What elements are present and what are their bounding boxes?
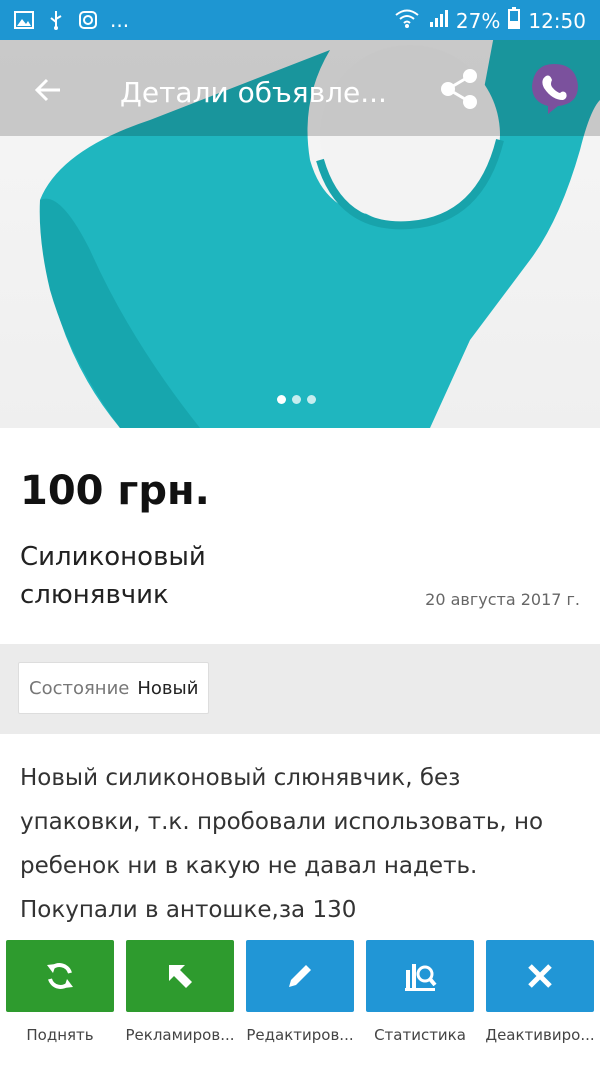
description-text: Новый силиконовый слюнявчик, без упаковк… [20, 765, 544, 923]
signal-icon [428, 8, 448, 33]
battery-percent: 27% [455, 8, 501, 33]
gallery-indicator [277, 395, 316, 404]
listing-title: Силиконовый слюнявчик [20, 542, 206, 610]
deactivate-label: Деактивиро... [485, 1026, 595, 1044]
pencil-icon [289, 965, 311, 987]
raise-button[interactable] [6, 940, 114, 1012]
viber-icon [532, 64, 578, 114]
refresh-icon [47, 963, 73, 989]
listing-details: 100 грн. Силиконовый слюнявчик 20 август… [0, 428, 600, 644]
toolbar-title: Детали объявле... [120, 76, 387, 109]
more-notifications: ... [110, 8, 130, 32]
toolbar: Детали объявле... [0, 40, 600, 136]
gallery-dot[interactable] [307, 395, 316, 404]
viber-button[interactable] [526, 60, 582, 116]
param-value: Новый [137, 677, 199, 699]
back-button[interactable] [26, 68, 70, 112]
instagram-icon [78, 10, 98, 30]
promote-button[interactable] [126, 940, 234, 1012]
param-key: Состояние [29, 677, 130, 699]
status-bar: ... 27% 12:50 [0, 0, 600, 40]
usb-icon [46, 10, 66, 30]
share-icon [441, 69, 477, 109]
listing-date: 20 августа 2017 г. [425, 590, 580, 609]
action-bar: Поднять Рекламиров... Редактиров... Стат… [0, 930, 600, 1065]
wifi-icon [394, 8, 420, 33]
promote-label: Рекламиров... [125, 1026, 235, 1044]
share-button[interactable] [434, 64, 484, 114]
battery-icon [508, 7, 521, 34]
deactivate-button[interactable] [486, 940, 594, 1012]
edit-button[interactable] [246, 940, 354, 1012]
gallery-notification-icon [14, 10, 34, 30]
statistics-button[interactable] [366, 940, 474, 1012]
arrow-left-icon [34, 78, 60, 102]
listing-price: 100 грн. [20, 468, 210, 514]
raise-label: Поднять [26, 1026, 94, 1044]
listing-description: Новый силиконовый слюнявчик, без упаковк… [0, 734, 600, 944]
edit-label: Редактиров... [246, 1026, 354, 1044]
statistics-label: Статистика [374, 1026, 466, 1044]
clock: 12:50 [528, 8, 586, 33]
close-icon [528, 964, 552, 988]
gallery-dot[interactable] [277, 395, 286, 404]
param-condition: Состояние Новый [18, 662, 210, 714]
arrow-up-left-icon [169, 965, 192, 988]
gallery-dot[interactable] [292, 395, 301, 404]
stats-icon [405, 964, 437, 991]
